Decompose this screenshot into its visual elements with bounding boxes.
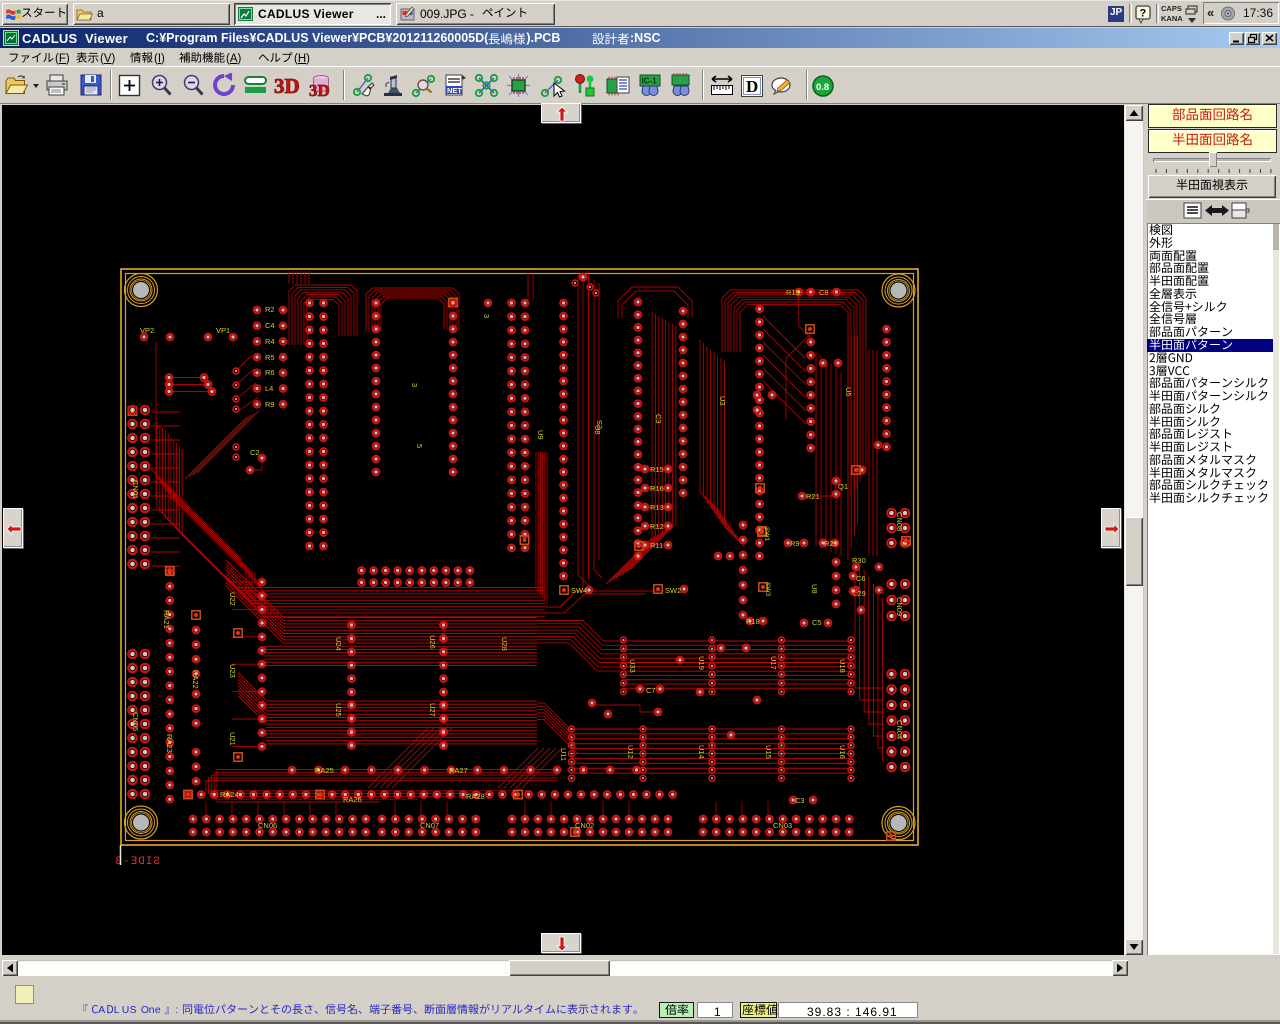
svg-text:L: L: [114, 1005, 120, 1016]
svg-text:RA21: RA21: [162, 610, 171, 629]
svg-text:U3: U3: [718, 396, 727, 406]
svg-text:R29: R29: [824, 539, 838, 548]
svg-text:IC-1: IC-1: [642, 77, 658, 86]
svg-text:S: S: [130, 1005, 137, 1016]
svg-text:U27: U27: [428, 703, 437, 717]
svg-text:e: e: [155, 1005, 161, 1016]
svg-text:R19: R19: [786, 288, 800, 297]
svg-text:U14: U14: [697, 745, 706, 759]
svg-text:U18: U18: [838, 659, 847, 673]
svg-text:D: D: [746, 77, 758, 96]
svg-text:U33: U33: [628, 659, 637, 673]
svg-text:3D: 3D: [274, 74, 300, 98]
svg-text:CN03: CN03: [773, 821, 792, 830]
svg-text:U26: U26: [428, 635, 437, 649]
svg-text:VP2: VP2: [140, 326, 154, 335]
svg-text:C7: C7: [646, 686, 656, 695]
svg-text:U: U: [122, 1005, 130, 1016]
svg-text:CN06: CN06: [258, 821, 277, 830]
svg-text:C2: C2: [250, 448, 260, 457]
svg-text:U8: U8: [810, 584, 819, 594]
svg-text:3: 3: [482, 314, 491, 318]
svg-text:NET: NET: [447, 86, 462, 95]
svg-text:U11: U11: [559, 748, 568, 761]
svg-text:0.8: 0.8: [816, 82, 829, 93]
svg-text:C3: C3: [795, 796, 805, 805]
svg-text:U5: U5: [844, 387, 853, 397]
svg-text:U17: U17: [769, 656, 778, 670]
svg-text:R16: R16: [650, 484, 664, 493]
svg-text:C5: C5: [812, 618, 822, 627]
svg-text:RA25: RA25: [315, 766, 334, 775]
svg-text:R4: R4: [265, 337, 275, 346]
svg-text:R21: R21: [806, 492, 820, 501]
svg-text:O: O: [141, 1005, 149, 1016]
svg-text:RA24: RA24: [220, 790, 239, 799]
svg-text:U28: U28: [500, 637, 509, 651]
svg-text:U21: U21: [228, 732, 237, 746]
svg-text:SW4: SW4: [571, 586, 587, 595]
svg-text:CN01: CN01: [131, 480, 140, 499]
svg-text:R5: R5: [265, 353, 275, 362]
svg-text:3: 3: [410, 383, 419, 387]
svg-text:R2: R2: [265, 305, 275, 314]
svg-text:R9: R9: [265, 400, 275, 409]
svg-text:R11: R11: [650, 541, 663, 550]
svg-text:VP1: VP1: [216, 326, 230, 335]
svg-text:CN08: CN08: [895, 512, 904, 531]
svg-text:U15: U15: [764, 745, 773, 759]
svg-text:3D: 3D: [309, 81, 330, 99]
svg-text:SW3: SW3: [764, 582, 771, 596]
svg-text:U25: U25: [334, 703, 343, 717]
svg-text:L4: L4: [265, 384, 273, 393]
svg-text:RA22: RA22: [191, 670, 200, 689]
svg-text:U22: U22: [228, 592, 237, 606]
svg-text:RA28: RA28: [466, 792, 485, 801]
svg-text:U9: U9: [536, 430, 545, 440]
svg-text:C6: C6: [856, 574, 866, 583]
svg-text:U12: U12: [626, 745, 635, 759]
svg-text:RA26: RA26: [343, 795, 362, 804]
svg-text:Q1: Q1: [838, 482, 848, 491]
svg-text:CN07: CN07: [420, 821, 439, 830]
svg-text:5: 5: [415, 444, 424, 448]
svg-text:U16: U16: [838, 745, 847, 759]
svg-text:C3: C3: [654, 414, 663, 424]
svg-text::: :: [175, 1005, 178, 1016]
svg-text:RA27: RA27: [449, 766, 468, 775]
svg-text:CN02: CN02: [575, 821, 594, 830]
svg-text:C4: C4: [265, 321, 275, 330]
svg-text:U23: U23: [228, 664, 237, 678]
svg-text:C8: C8: [819, 288, 829, 297]
svg-text:R30: R30: [852, 556, 866, 565]
svg-text:U24: U24: [334, 637, 343, 651]
svg-text:R13: R13: [650, 503, 664, 512]
svg-text:CN09: CN09: [895, 597, 904, 616]
svg-text:SW1: SW1: [763, 527, 770, 541]
svg-text:SW2: SW2: [665, 586, 681, 595]
svg-text:R15: R15: [650, 465, 664, 474]
svg-text:RA23: RA23: [165, 734, 174, 753]
svg-text:U19: U19: [697, 656, 706, 670]
svg-text:CN04: CN04: [895, 720, 904, 739]
svg-text:A: A: [98, 1005, 105, 1016]
svg-text:n: n: [149, 1005, 155, 1016]
svg-text:R18: R18: [746, 617, 760, 626]
svg-text:?: ?: [1140, 8, 1147, 20]
svg-text:R6: R6: [265, 368, 275, 377]
svg-text:R9: R9: [790, 539, 800, 548]
svg-text:CN05: CN05: [131, 712, 140, 731]
svg-text:R12: R12: [650, 522, 664, 531]
svg-text:S3: S3: [595, 420, 604, 429]
